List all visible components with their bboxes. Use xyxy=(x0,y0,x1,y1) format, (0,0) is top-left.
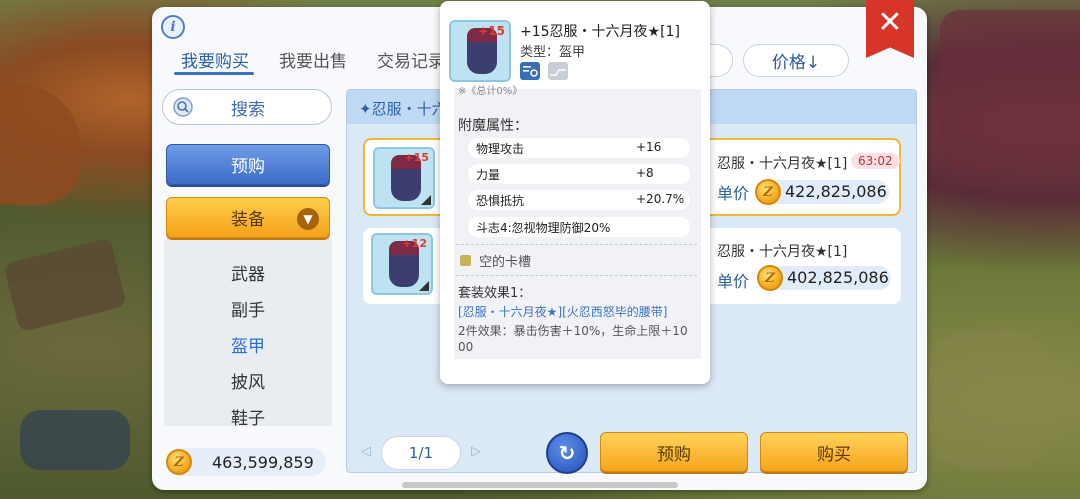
balance-display: Z 463,599,859 xyxy=(166,448,326,476)
item-thumbnail: +12 xyxy=(371,233,433,295)
equipment-category-label: 装备 xyxy=(231,210,265,230)
equipment-category-button[interactable]: 装备 ▼ xyxy=(166,197,330,238)
set-effect: 2件效果：暴击伤害＋10%，生命上限＋1000 xyxy=(458,324,688,354)
item-name: 忍服・十六月夜★[1] xyxy=(717,156,848,172)
attribute-value: +8 xyxy=(636,166,654,180)
page-indicator: 1/1 xyxy=(381,436,461,470)
attribute-row: 力量 +8 xyxy=(468,164,690,184)
attribute-row: 斗志4:忽视物理防御20% xyxy=(468,217,690,237)
item-level: +12 xyxy=(402,237,427,250)
item-tooltip: +15 +15忍服・十六月夜★[1] 类型：盔甲 ※《总计0%》 附魔属性： 物… xyxy=(440,1,710,384)
unit-price-label: 单价 xyxy=(717,184,750,203)
listing-timer: 63:02 xyxy=(851,153,900,169)
listing-header-title: ✦忍服・十六 xyxy=(359,100,447,118)
unit-price-label: 单价 xyxy=(717,272,750,291)
tab-active-underline xyxy=(174,72,254,75)
attribute-value: +20.7% xyxy=(636,192,685,206)
zeny-coin-icon: Z xyxy=(166,449,192,475)
card-slot-icon xyxy=(460,255,471,266)
card-slot: 空的卡槽 xyxy=(460,251,531,270)
tab-sell[interactable]: 我要出售 xyxy=(279,47,347,72)
card-slot-label: 空的卡槽 xyxy=(479,255,532,270)
tooltip-type: 类型：盔甲 xyxy=(520,45,586,60)
tooltip-item-level: +15 xyxy=(478,24,505,38)
refresh-button[interactable]: ↻ xyxy=(546,432,588,474)
tooltip-body: ※《总计0%》 附魔属性： 物理攻击 +16 力量 +8 恐惧抵抗 +20.7%… xyxy=(454,86,701,359)
attribute-value: +16 xyxy=(636,140,662,154)
set-title: 套装效果1： xyxy=(458,286,532,301)
zeny-coin-icon: Z xyxy=(757,265,783,291)
tab-history[interactable]: 交易记录 xyxy=(377,47,445,72)
search-icon xyxy=(173,97,193,117)
search-label: 搜索 xyxy=(231,99,265,120)
tooltip-cut-text: ※《总计0%》 xyxy=(458,86,523,97)
preorder-button[interactable]: 预购 xyxy=(600,432,748,472)
divider xyxy=(456,244,697,245)
unit-price-value: 422,825,086 xyxy=(785,182,887,201)
attribute-name: 力量 xyxy=(476,168,501,182)
set-link: [忍服・十六月夜★][火忍西怒毕的腰带] xyxy=(458,305,668,319)
zeny-coin-icon: Z xyxy=(755,179,781,205)
preorder-category-button[interactable]: 预购 xyxy=(166,144,330,185)
subcategory-armor[interactable]: 盔甲 xyxy=(164,326,332,362)
item-thumbnail: +15 xyxy=(373,147,435,209)
divider xyxy=(456,275,697,276)
unit-price: Z 422,825,086 xyxy=(755,179,889,205)
chevron-down-icon: ▼ xyxy=(297,208,319,230)
attribute-row: 物理攻击 +16 xyxy=(468,138,690,158)
item-level: +15 xyxy=(404,151,429,164)
compare-icon[interactable] xyxy=(519,61,541,81)
search-button[interactable]: 搜索 xyxy=(162,89,332,125)
subcategory-cloak[interactable]: 披风 xyxy=(164,362,332,398)
prev-page-icon[interactable]: ◁ xyxy=(361,444,371,459)
refresh-icon: ↻ xyxy=(558,441,576,465)
tooltip-title: +15忍服・十六月夜★[1] xyxy=(520,24,680,40)
tooltip-item-thumbnail: +15 xyxy=(449,20,511,82)
unit-price-value: 402,825,086 xyxy=(787,268,889,287)
scroll-indicator[interactable] xyxy=(402,482,678,488)
next-page-icon[interactable]: ▷ xyxy=(471,444,481,459)
subcategory-weapon[interactable]: 武器 xyxy=(164,254,332,290)
subcategory-shoes[interactable]: 鞋子 xyxy=(164,398,332,427)
balance-value: 463,599,859 xyxy=(212,452,314,472)
subcategory-offhand[interactable]: 副手 xyxy=(164,290,332,326)
attribute-name: 物理攻击 xyxy=(476,142,525,156)
tab-buy[interactable]: 我要购买 xyxy=(181,47,249,72)
preview-icon[interactable] xyxy=(547,61,569,81)
price-sort-button[interactable]: 价格↓ xyxy=(743,44,849,77)
attribute-row: 恐惧抵抗 +20.7% xyxy=(468,190,690,210)
item-name: 忍服・十六月夜★[1] xyxy=(717,244,848,260)
enchant-title: 附魔属性： xyxy=(458,118,528,134)
unit-price: Z 402,825,086 xyxy=(757,265,891,291)
subcategory-list: 武器 副手 盔甲 披风 鞋子 xyxy=(164,240,332,426)
attribute-extra: 斗志4:忽视物理防御20% xyxy=(476,221,611,235)
buy-button[interactable]: 购买 xyxy=(760,432,908,472)
info-icon[interactable]: i xyxy=(161,15,185,39)
pager: ◁ 1/1 ▷ xyxy=(355,436,485,470)
attribute-name: 恐惧抵抗 xyxy=(476,194,525,208)
